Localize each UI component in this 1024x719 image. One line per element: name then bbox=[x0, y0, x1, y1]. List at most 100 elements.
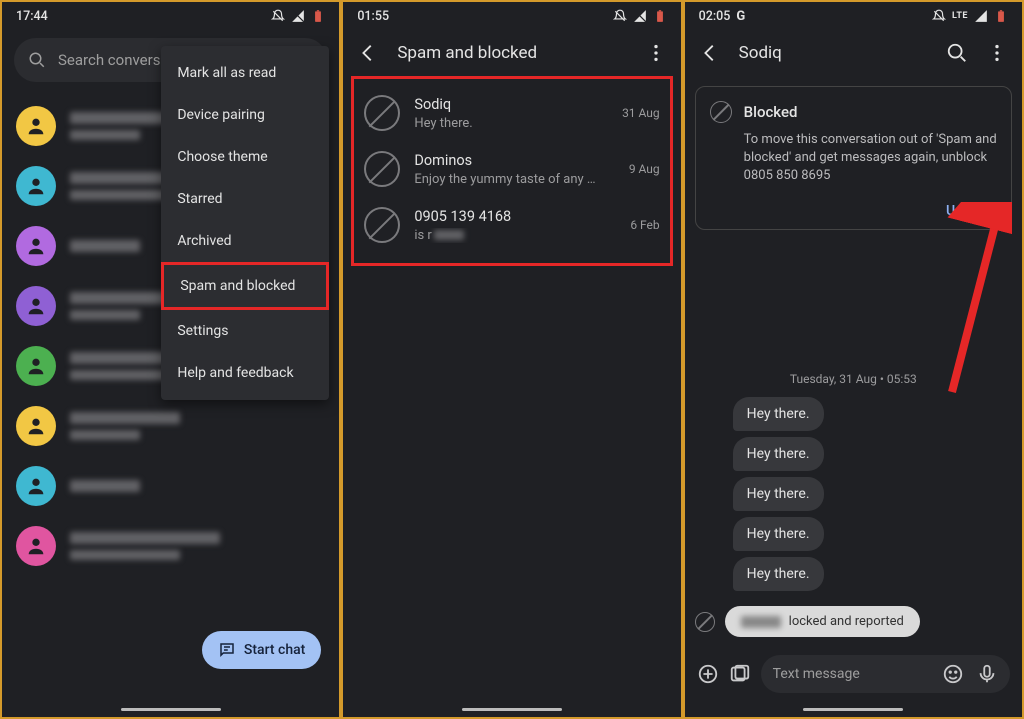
chat-area: Tuesday, 31 Aug • 05:53 Hey there. Hey t… bbox=[685, 230, 1022, 647]
person-icon bbox=[25, 475, 47, 497]
blocked-banner: Blocked To move this conversation out of… bbox=[695, 86, 1012, 230]
message-bubble[interactable]: Hey there. bbox=[733, 397, 824, 431]
list-item[interactable] bbox=[2, 456, 339, 516]
date-divider: Tuesday, 31 Aug • 05:53 bbox=[685, 372, 1022, 386]
status-bar: 01:55 bbox=[343, 2, 680, 30]
overflow-button[interactable] bbox=[645, 42, 667, 64]
date-label: 31 Aug bbox=[622, 106, 660, 120]
list-item[interactable] bbox=[2, 516, 339, 576]
gallery-button[interactable] bbox=[729, 663, 751, 685]
menu-mark-all-read[interactable]: Mark all as read bbox=[161, 52, 329, 94]
clock: 17:44 bbox=[16, 9, 48, 24]
google-icon: G bbox=[736, 9, 745, 24]
battery-icon bbox=[994, 9, 1008, 23]
battery-icon bbox=[653, 9, 667, 23]
menu-device-pairing[interactable]: Device pairing bbox=[161, 94, 329, 136]
app-bar: Spam and blocked bbox=[343, 30, 680, 76]
avatar bbox=[16, 466, 56, 506]
blocked-conversation-list: Sodiq Hey there. 31 Aug Dominos Enjoy th… bbox=[351, 76, 672, 266]
message-bubble[interactable]: Hey there. bbox=[733, 557, 824, 591]
person-icon bbox=[25, 235, 47, 257]
status-bar: 17:44 bbox=[2, 2, 339, 30]
nav-handle[interactable] bbox=[803, 708, 903, 711]
toast-text: locked and reported bbox=[789, 614, 904, 629]
lte-label: LTE bbox=[952, 11, 968, 21]
blocked-icon bbox=[364, 151, 400, 187]
back-button[interactable] bbox=[699, 42, 721, 64]
signal-icon bbox=[974, 9, 988, 23]
dnd-icon bbox=[271, 9, 285, 23]
status-bar: 02:05G LTE bbox=[685, 2, 1022, 30]
message-preview: is r bbox=[414, 228, 604, 243]
message-bubble[interactable]: Hey there. bbox=[733, 477, 824, 511]
avatar bbox=[16, 286, 56, 326]
signal-icon bbox=[291, 9, 305, 23]
menu-settings[interactable]: Settings bbox=[161, 310, 329, 352]
contact-name: 0905 139 4168 bbox=[414, 208, 616, 225]
dnd-icon bbox=[613, 9, 627, 23]
nav-bar bbox=[2, 701, 339, 717]
menu-choose-theme[interactable]: Choose theme bbox=[161, 136, 329, 178]
nav-bar bbox=[685, 701, 1022, 717]
avatar bbox=[16, 346, 56, 386]
message-preview: Enjoy the yummy taste of any Medium … bbox=[414, 172, 604, 187]
page-title: Spam and blocked bbox=[397, 43, 626, 63]
person-icon bbox=[25, 415, 47, 437]
search-icon bbox=[28, 51, 46, 69]
list-item[interactable] bbox=[2, 396, 339, 456]
list-item[interactable]: 0905 139 4168 is r 6 Feb bbox=[354, 197, 669, 253]
avatar bbox=[16, 406, 56, 446]
avatar bbox=[16, 106, 56, 146]
search-placeholder: Search conversat bbox=[58, 51, 174, 69]
phone-screen-spam-blocked: 01:55 Spam and blocked Sodiq Hey there. … bbox=[341, 0, 682, 719]
conversation-title: Sodiq bbox=[739, 43, 928, 63]
blocked-icon bbox=[364, 207, 400, 243]
blocked-icon bbox=[695, 612, 715, 632]
nav-handle[interactable] bbox=[462, 708, 562, 711]
toast-message: locked and reported bbox=[725, 606, 920, 637]
menu-starred[interactable]: Starred bbox=[161, 178, 329, 220]
contact-name: Dominos bbox=[414, 152, 614, 169]
message-placeholder: Text message bbox=[773, 666, 860, 682]
menu-help[interactable]: Help and feedback bbox=[161, 352, 329, 394]
start-chat-button[interactable]: Start chat bbox=[202, 631, 321, 669]
person-icon bbox=[25, 355, 47, 377]
start-chat-label: Start chat bbox=[244, 642, 305, 658]
menu-archived[interactable]: Archived bbox=[161, 220, 329, 262]
blocked-icon bbox=[710, 101, 732, 123]
person-icon bbox=[25, 115, 47, 137]
back-button[interactable] bbox=[357, 42, 379, 64]
person-icon bbox=[25, 295, 47, 317]
blocked-icon bbox=[364, 95, 400, 131]
person-icon bbox=[25, 175, 47, 197]
compose-bar: Text message bbox=[685, 647, 1022, 701]
app-bar: Sodiq bbox=[685, 30, 1022, 76]
blocked-body: To move this conversation out of 'Spam a… bbox=[744, 131, 997, 186]
nav-bar bbox=[343, 701, 680, 717]
message-bubble[interactable]: Hey there. bbox=[733, 437, 824, 471]
overflow-menu: Mark all as read Device pairing Choose t… bbox=[161, 46, 329, 400]
avatar bbox=[16, 226, 56, 266]
mic-button[interactable] bbox=[976, 663, 998, 685]
list-item[interactable]: Sodiq Hey there. 31 Aug bbox=[354, 85, 669, 141]
menu-spam-and-blocked[interactable]: Spam and blocked bbox=[161, 262, 329, 310]
phone-screen-conversations: 17:44 Search conversat Mark all as read … bbox=[0, 0, 341, 719]
message-preview: Hey there. bbox=[414, 116, 604, 131]
blocked-heading: Blocked bbox=[744, 103, 798, 121]
message-bubble[interactable]: Hey there. bbox=[733, 517, 824, 551]
overflow-button[interactable] bbox=[986, 42, 1008, 64]
signal-icon bbox=[633, 9, 647, 23]
avatar bbox=[16, 166, 56, 206]
avatar bbox=[16, 526, 56, 566]
message-input[interactable]: Text message bbox=[761, 655, 1010, 693]
contact-name: Sodiq bbox=[414, 96, 608, 113]
unblock-button[interactable]: Unblock bbox=[946, 203, 997, 219]
battery-icon bbox=[311, 9, 325, 23]
add-button[interactable] bbox=[697, 663, 719, 685]
emoji-button[interactable] bbox=[942, 663, 964, 685]
chat-icon bbox=[218, 641, 236, 659]
list-item[interactable]: Dominos Enjoy the yummy taste of any Med… bbox=[354, 141, 669, 197]
nav-handle[interactable] bbox=[121, 708, 221, 711]
person-icon bbox=[25, 535, 47, 557]
search-button[interactable] bbox=[946, 42, 968, 64]
